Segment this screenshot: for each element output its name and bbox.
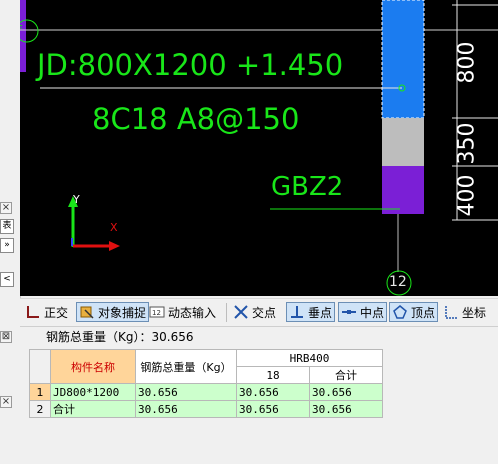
dimension-text-350: 350 (454, 122, 480, 165)
toolbar-separator (226, 303, 227, 322)
side-expand-button[interactable]: » (0, 238, 14, 253)
column-header-total-weight[interactable]: 钢筋总重量（Kg） (135, 349, 237, 384)
rebar-summary-panel: ⊠ 钢筋总重量（Kg）：30.656 构件名称 钢筋总重量（Kg） HRB400… (0, 327, 498, 464)
cad-graphics (20, 0, 498, 296)
perpendicular-icon (291, 306, 303, 318)
table-row[interactable]: 2 合计 30.656 30.656 30.656 (29, 400, 383, 418)
axis-number: 12 (389, 274, 407, 290)
annotation-text-line2: 8C18 A8@150 (92, 102, 300, 136)
row-name[interactable]: JD800*1200 (50, 383, 136, 401)
dynamic-input-label: 动态输入 (168, 305, 217, 320)
row-index[interactable]: 1 (29, 383, 51, 401)
close-icon[interactable]: × (0, 396, 12, 408)
cad-drawing-canvas[interactable]: F JD:800X1200 +1.450 8C18 A8@150 GBZ2 12… (20, 0, 498, 296)
row-weight-18[interactable]: 30.656 (236, 400, 310, 418)
axis-letter: F (20, 24, 23, 35)
column-header-subtotal[interactable]: 合计 (309, 366, 383, 384)
coordinate-label: 坐标 (462, 305, 487, 320)
object-snap-button[interactable]: 对象捕捉 (76, 302, 150, 322)
status-toolbar: 正交 对象捕捉 12 动态输入 交点 垂点 中点 顶点 坐标 (20, 298, 498, 327)
rebar-table: 构件名称 钢筋总重量（Kg） HRB400 18 合计 1 JD800*1200… (29, 349, 383, 418)
object-snap-icon (80, 306, 94, 319)
row-weight-18[interactable]: 30.656 (236, 383, 310, 401)
intersection-icon (234, 305, 248, 319)
dynamic-input-button[interactable]: 12 动态输入 (149, 302, 216, 322)
row-total-weight[interactable]: 30.656 (135, 383, 237, 401)
ucs-y-label: Y (73, 193, 80, 206)
coordinate-icon (445, 306, 458, 319)
row-subtotal[interactable]: 30.656 (309, 383, 383, 401)
coordinate-button[interactable]: 坐标 (443, 302, 486, 322)
intersection-snap-button[interactable]: 交点 (233, 302, 276, 322)
column-label: GBZ2 (271, 172, 344, 202)
ortho-button[interactable]: 正交 (25, 302, 68, 322)
row-subtotal[interactable]: 30.656 (309, 400, 383, 418)
column-segment-gray (382, 118, 424, 166)
midpoint-label: 中点 (360, 305, 385, 320)
column-header-grade[interactable]: HRB400 (236, 349, 383, 367)
column-segment-purple (382, 166, 424, 214)
column-segment-blue (382, 0, 424, 118)
column-segment-left (20, 0, 26, 72)
column-header-name[interactable]: 构件名称 (50, 349, 136, 384)
vertex-label: 顶点 (411, 305, 436, 320)
side-tab-table[interactable]: 表 (0, 219, 14, 234)
dimension-text-400: 400 (454, 174, 480, 217)
object-snap-label: 对象捕捉 (98, 305, 147, 320)
row-total-weight[interactable]: 30.656 (135, 400, 237, 418)
ortho-label: 正交 (44, 305, 69, 320)
ucs-x-label: X (110, 221, 118, 234)
midpoint-icon (342, 310, 356, 314)
left-dock-strip: 表 » < × × (0, 0, 21, 464)
table-corner (29, 349, 51, 384)
intersection-label: 交点 (252, 305, 277, 320)
table-row[interactable]: 1 JD800*1200 30.656 30.656 30.656 (29, 383, 383, 401)
pin-icon[interactable]: ⊠ (0, 331, 12, 343)
ortho-icon (27, 306, 39, 318)
dynamic-input-icon: 12 (149, 306, 165, 318)
vertex-snap-button[interactable]: 顶点 (389, 302, 439, 322)
side-collapse-button[interactable]: < (0, 272, 14, 287)
annotation-text-line1: JD:800X1200 +1.450 (37, 48, 344, 82)
row-name[interactable]: 合计 (50, 400, 136, 418)
dimension-text-800: 800 (454, 41, 480, 84)
midpoint-snap-button[interactable]: 中点 (338, 302, 388, 322)
vertex-icon (393, 305, 407, 319)
perpendicular-label: 垂点 (308, 305, 333, 320)
svg-text:12: 12 (152, 309, 161, 317)
close-icon[interactable]: × (0, 202, 12, 214)
row-index[interactable]: 2 (29, 400, 51, 418)
perpendicular-snap-button[interactable]: 垂点 (286, 302, 336, 322)
rebar-total-weight-label: 钢筋总重量（Kg）：30.656 (46, 330, 194, 344)
column-header-diameter-18[interactable]: 18 (236, 366, 310, 384)
